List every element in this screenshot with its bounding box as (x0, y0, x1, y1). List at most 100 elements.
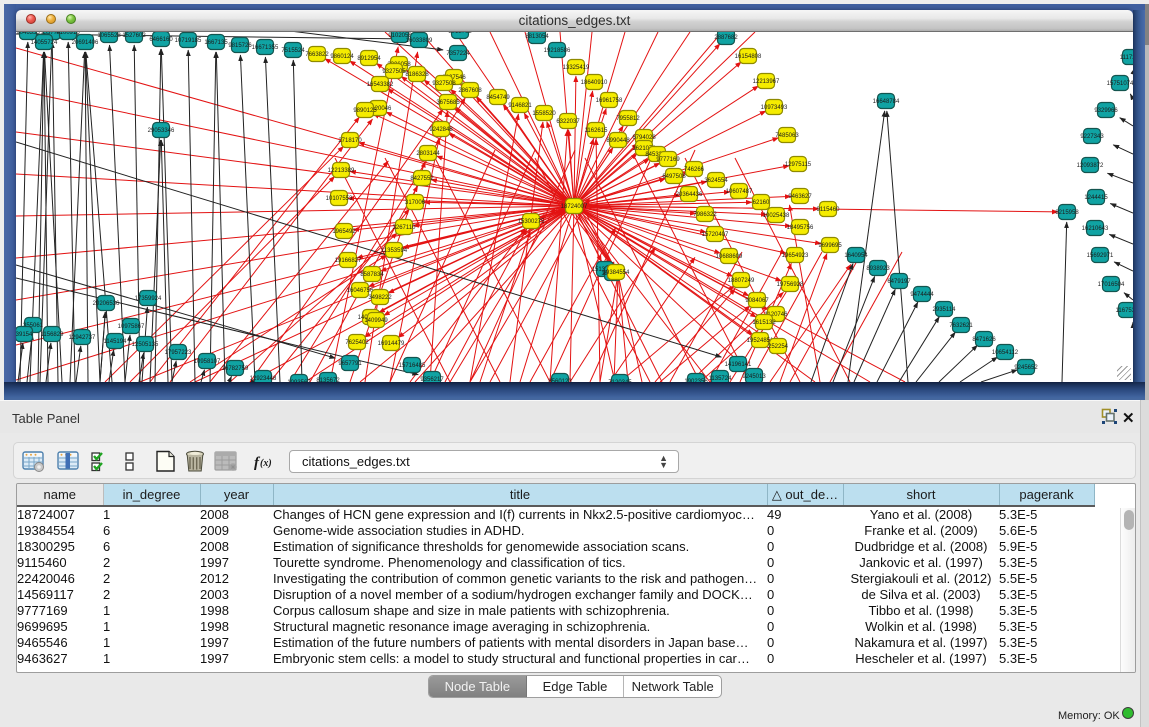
svg-text:18640910: 18640910 (581, 80, 608, 86)
svg-text:17359924: 17359924 (135, 296, 162, 302)
svg-text:8938923: 8938923 (866, 266, 890, 272)
svg-text:18807249: 18807249 (728, 278, 755, 284)
svg-text:62160: 62160 (753, 200, 770, 206)
svg-text:15751074: 15751074 (1107, 81, 1133, 87)
svg-text:9890125: 9890125 (353, 108, 377, 114)
svg-text:(x): (x) (260, 458, 272, 469)
svg-text:6466160: 6466160 (149, 37, 173, 43)
svg-text:746266: 746266 (684, 167, 705, 173)
svg-text:1167533: 1167533 (1116, 308, 1133, 314)
svg-text:7986322: 7986322 (693, 212, 717, 218)
svg-text:1640954: 1640954 (844, 253, 868, 259)
svg-text:15720407: 15720407 (702, 232, 729, 238)
svg-text:9146821: 9146821 (508, 103, 532, 109)
svg-text:16671355: 16671355 (252, 45, 279, 51)
svg-text:1244415: 1244415 (1084, 195, 1108, 201)
svg-text:19756928: 19756928 (777, 282, 804, 288)
svg-text:1135724: 1135724 (709, 376, 733, 382)
svg-text:1093567: 1093567 (287, 380, 311, 382)
svg-text:2718170: 2718170 (338, 138, 362, 144)
svg-text:3267110: 3267110 (393, 225, 417, 231)
svg-text:8186328: 8186328 (405, 72, 429, 78)
svg-text:9329966: 9329966 (1094, 108, 1118, 114)
svg-text:15716485: 15716485 (399, 363, 426, 369)
svg-text:10025438: 10025438 (763, 213, 790, 219)
svg-text:1065528: 1065528 (97, 33, 121, 39)
svg-text:19384554: 19384554 (603, 270, 630, 276)
svg-text:11353594: 11353594 (381, 248, 408, 254)
svg-text:1527602: 1527602 (122, 33, 146, 39)
svg-text:2867608: 2867608 (458, 88, 482, 94)
svg-text:7515524: 7515524 (281, 48, 305, 54)
svg-text:12093872: 12093872 (1077, 163, 1104, 169)
svg-text:19654923: 19654923 (782, 253, 809, 259)
svg-text:8813054: 8813054 (525, 34, 549, 40)
svg-text:8560123: 8560123 (548, 379, 572, 382)
svg-text:7625402: 7625402 (345, 340, 369, 346)
svg-text:1162615: 1162615 (585, 128, 609, 134)
svg-text:9227343: 9227343 (1080, 134, 1104, 140)
svg-text:7663822: 7663822 (305, 52, 329, 58)
svg-text:3624554: 3624554 (704, 178, 728, 184)
svg-text:12923448: 12923448 (250, 376, 277, 382)
svg-text:13325419: 13325419 (563, 65, 590, 71)
svg-text:16961758: 16961758 (596, 98, 623, 104)
svg-text:18495756: 18495756 (787, 225, 814, 231)
svg-text:9860124: 9860124 (330, 54, 354, 60)
svg-text:9777169: 9777169 (656, 157, 680, 163)
svg-text:9356217: 9356217 (420, 377, 444, 382)
svg-text:12975115: 12975115 (785, 162, 812, 168)
svg-text:12213389: 12213389 (328, 168, 355, 174)
svg-text:20206536: 20206536 (93, 301, 120, 307)
svg-text:8135672: 8135672 (316, 378, 340, 382)
svg-text:17957223: 17957223 (165, 350, 192, 356)
svg-text:317006: 317006 (405, 200, 426, 206)
svg-text:8454749: 8454749 (486, 95, 510, 101)
svg-text:1156829: 1156829 (41, 332, 65, 338)
svg-text:6497508: 6497508 (662, 174, 686, 180)
svg-text:10973493: 10973493 (761, 105, 788, 111)
svg-text:16046756: 16046756 (347, 288, 374, 294)
svg-text:1117205: 1117205 (1120, 55, 1133, 61)
svg-text:2803144: 2803144 (416, 151, 440, 157)
svg-text:14196141: 14196141 (725, 362, 752, 368)
svg-text:2887682: 2887682 (714, 35, 738, 41)
svg-text:16648784: 16648784 (873, 99, 900, 105)
svg-text:7955812: 7955812 (616, 116, 640, 122)
svg-text:1965492: 1965492 (332, 229, 356, 235)
svg-text:15300275: 15300275 (518, 219, 545, 225)
svg-text:10975867: 10975867 (118, 324, 145, 330)
svg-text:10607487: 10607487 (726, 189, 753, 195)
svg-text:12213967: 12213967 (753, 79, 780, 85)
svg-text:1145194: 1145194 (104, 339, 128, 345)
svg-text:1409949: 1409949 (364, 318, 388, 324)
svg-text:9115460: 9115460 (817, 207, 841, 213)
svg-text:19218586: 19218586 (544, 48, 571, 54)
svg-text:8471626: 8471626 (972, 337, 996, 343)
svg-text:10107553: 10107553 (326, 196, 353, 202)
svg-text:10688609: 10688609 (716, 254, 743, 260)
svg-text:7357224: 7357224 (446, 51, 470, 57)
svg-text:9474444: 9474444 (910, 292, 934, 298)
svg-text:1615132: 1615132 (752, 320, 776, 326)
svg-text:16210643: 16210643 (1082, 226, 1109, 232)
svg-text:10654112: 10654112 (992, 350, 1019, 356)
svg-text:16782759: 16782759 (222, 366, 249, 372)
svg-text:19166827: 19166827 (335, 258, 362, 264)
svg-text:8912763: 8912763 (448, 32, 472, 35)
svg-text:16033809: 16033809 (406, 38, 433, 44)
svg-text:7632621: 7632621 (949, 323, 973, 329)
svg-text:12505135: 12505135 (132, 342, 159, 348)
svg-text:1902356: 1902356 (684, 379, 708, 382)
svg-text:29053346: 29053346 (148, 128, 175, 134)
svg-text:8912954: 8912954 (357, 56, 381, 62)
svg-text:12942737: 12942737 (69, 335, 96, 341)
svg-text:16914479: 16914479 (378, 341, 405, 347)
svg-text:15692971: 15692971 (1087, 253, 1114, 259)
svg-text:9657791: 9657791 (338, 361, 362, 367)
svg-text:17016504: 17016504 (1098, 282, 1125, 288)
svg-text:9699695: 9699695 (818, 243, 842, 249)
svg-text:3675685: 3675685 (436, 100, 460, 106)
svg-text:16154808: 16154808 (735, 54, 762, 60)
svg-text:10958107: 10958107 (194, 359, 221, 365)
